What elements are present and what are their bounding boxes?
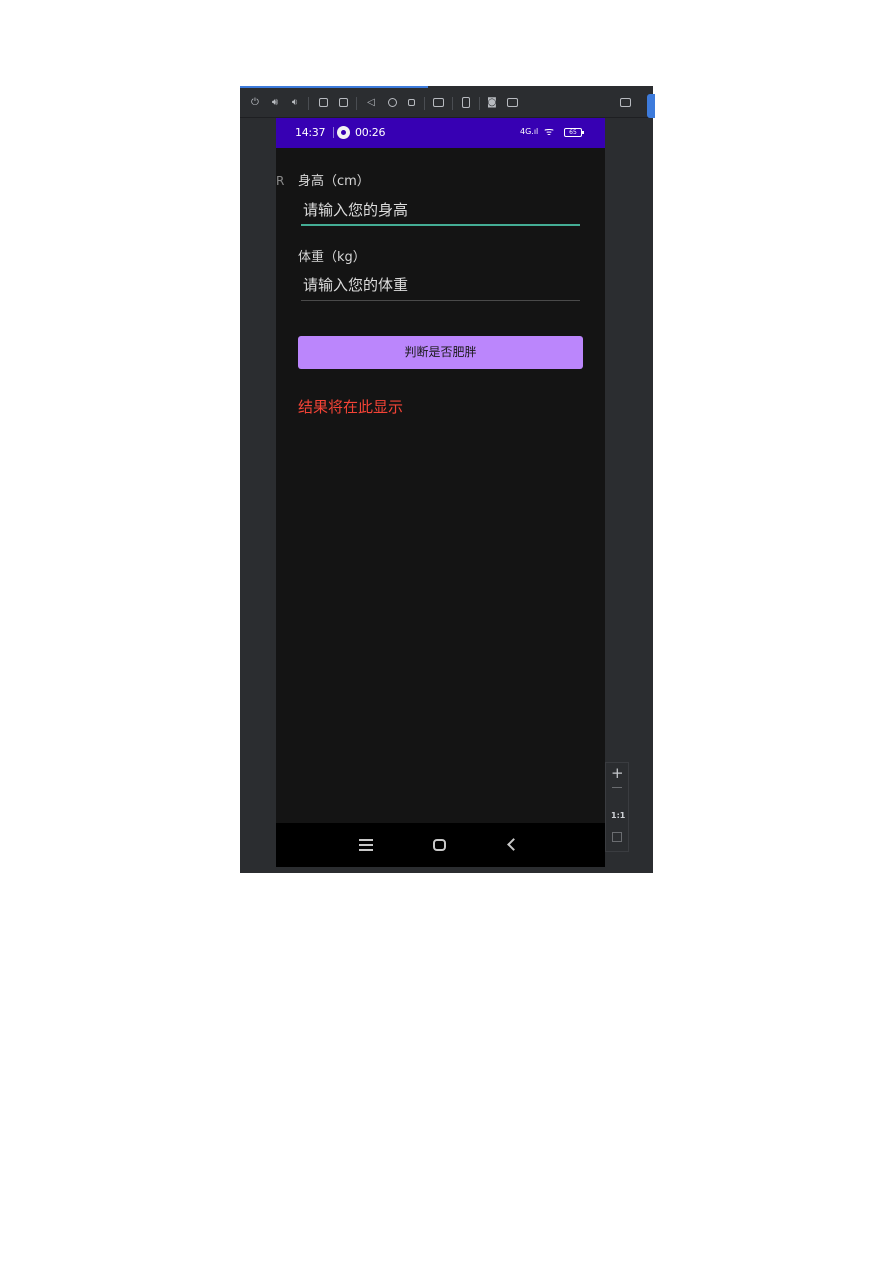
toolbar-divider [479,97,480,110]
fold-icon[interactable] [433,98,444,107]
side-panel-tab[interactable] [647,94,655,118]
volume-up-icon[interactable]: 🔊︎ [269,97,281,109]
back-icon[interactable]: ◁ [365,97,377,109]
weight-input[interactable]: 请输入您的体重 [301,275,580,301]
status-timer: 00:26 [355,126,386,139]
zoom-in-button[interactable]: + [611,765,624,781]
check-obesity-button[interactable]: 判断是否肥胖 [298,336,583,369]
back-button-icon[interactable] [507,838,520,851]
recording-dot-icon [337,126,350,139]
battery-icon: 65 [564,128,584,137]
home-icon[interactable] [388,98,397,107]
record-icon[interactable] [507,98,518,107]
settings-icon[interactable] [620,98,631,107]
emulator-toolbar: ⏻ 🔊︎ 🔉︎ ◁ ◙ [240,88,655,118]
emulator-window: ⏻ 🔊︎ 🔉︎ ◁ ◙ 14:37 00:26 4G.ıl ᯤ 65 R 身高（… [240,86,655,873]
rotate-right-icon[interactable] [339,98,348,107]
cut-off-letter: R [276,174,285,188]
menu-icon[interactable] [359,839,373,851]
navigation-bar [276,823,605,867]
wifi-icon: ᯤ [544,125,555,138]
signal-icon: 4G.ıl [520,127,539,136]
result-text: 结果将在此显示 [298,398,404,416]
home-button-icon[interactable] [433,839,446,851]
toolbar-divider [452,97,453,110]
toolbar-divider [308,97,309,110]
zoom-controls: + 1:1 [605,762,629,852]
height-input[interactable]: 请输入您的身高 [301,200,580,226]
status-bar: 14:37 00:26 4G.ıl ᯤ 65 [276,118,605,148]
device-icon[interactable] [462,97,470,108]
status-divider [333,127,334,138]
phone-screen: 14:37 00:26 4G.ıl ᯤ 65 R 身高（cm） 请输入您的身高 … [276,118,605,867]
height-label: 身高（cm） [298,174,370,189]
camera-icon[interactable]: ◙ [486,97,498,109]
power-icon[interactable]: ⏻ [249,97,261,109]
zoom-fit-icon[interactable] [612,832,622,842]
weight-label: 体重（kg） [298,250,366,265]
toolbar-divider [356,97,357,110]
volume-down-icon[interactable]: 🔉︎ [289,97,301,109]
toolbar-divider [424,97,425,110]
overview-icon[interactable] [408,99,415,106]
zoom-out-button[interactable] [612,787,622,788]
zoom-actual-size-button[interactable]: 1:1 [611,811,625,821]
rotate-left-icon[interactable] [319,98,328,107]
status-time: 14:37 [295,126,326,139]
